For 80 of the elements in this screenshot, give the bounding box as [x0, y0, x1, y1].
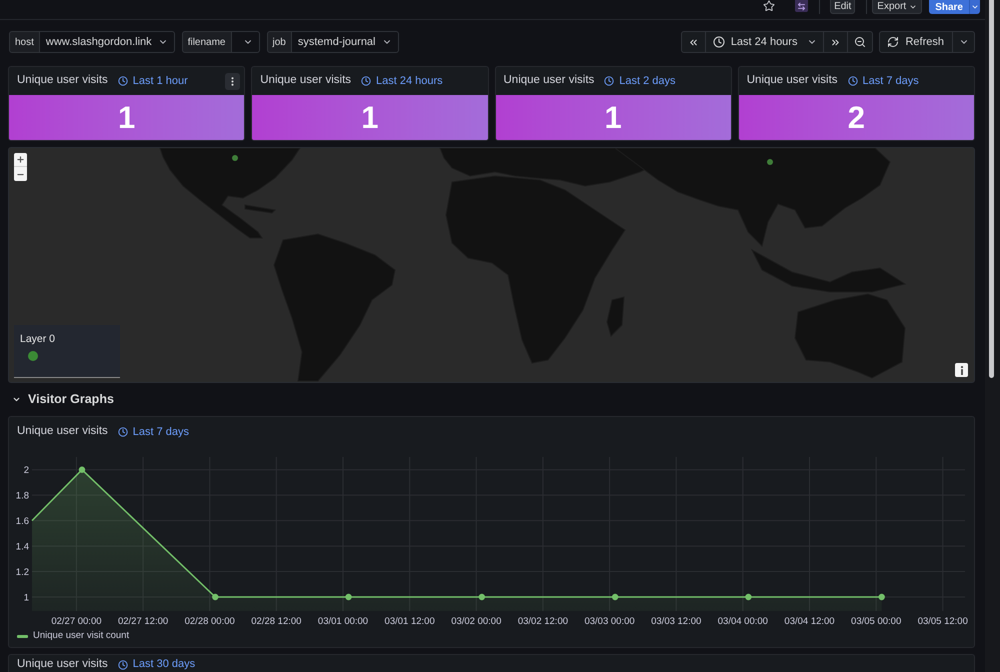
- variable-select[interactable]: www.slashgordon.link: [40, 31, 175, 53]
- data-point: [212, 594, 218, 600]
- data-point: [345, 594, 352, 600]
- stat-value: 1: [118, 100, 136, 134]
- data-point: [878, 594, 885, 600]
- caret-icon: [971, 3, 979, 11]
- clock-icon: [118, 76, 128, 86]
- section-header[interactable]: Visitor Graphs: [12, 391, 114, 407]
- location-marker-icon: [767, 159, 773, 165]
- variable-label: filename: [182, 31, 232, 53]
- stat-value: 1: [604, 100, 622, 134]
- x-axis-label: 03/05 12:00: [918, 616, 968, 627]
- clock-icon: [361, 76, 372, 86]
- clock-icon: [118, 427, 128, 437]
- time-range-label: Last 2 days: [619, 74, 676, 89]
- primary-dropdown-button[interactable]: [969, 0, 980, 14]
- legend-label[interactable]: Unique user visit count: [33, 628, 130, 644]
- data-point: [745, 594, 752, 600]
- x-axis-label: 02/28 12:00: [251, 616, 302, 627]
- x-axis-label: 03/04 12:00: [784, 616, 835, 627]
- time-range-label: Last 30 days: [132, 658, 196, 671]
- time-range-label: Last 7 days: [862, 74, 919, 89]
- x-axis-label: 02/27 12:00: [118, 616, 168, 627]
- edit-button[interactable]: Edit: [830, 0, 856, 14]
- variable-label: job: [266, 31, 292, 53]
- x-axis-label: 03/01 00:00: [318, 616, 368, 627]
- x-axis-label: 02/28 00:00: [184, 616, 235, 627]
- attribution-button[interactable]: [955, 363, 968, 377]
- panel-title: Unique user visits: [17, 658, 108, 671]
- panel-title: Unique user visits: [17, 424, 108, 440]
- x-axis-label: 03/03 12:00: [651, 616, 702, 627]
- clock-icon: [848, 76, 858, 86]
- zoom-in-button[interactable]: [14, 153, 27, 167]
- double-chevron-right-icon: [830, 36, 842, 48]
- zoom-out-map-button[interactable]: [14, 167, 27, 181]
- double-chevron-left-icon: [688, 36, 699, 48]
- data-point: [612, 594, 618, 600]
- panel-title: Unique user visits: [260, 73, 352, 88]
- x-axis-label: 03/02 12:00: [518, 616, 568, 627]
- x-axis-label: 03/02 00:00: [451, 616, 502, 627]
- data-point: [78, 466, 86, 473]
- clock-icon: [604, 76, 614, 86]
- location-marker-icon: [232, 155, 238, 161]
- panel-menu-button[interactable]: [225, 72, 240, 90]
- y-axis-label: 2: [24, 465, 29, 476]
- time-range-label: Last 24 hours: [376, 74, 443, 89]
- info-icon: [960, 366, 964, 374]
- legend-label: Layer 0: [20, 333, 56, 346]
- clock-icon: [118, 660, 128, 670]
- panel-title: Unique user visits: [504, 73, 594, 88]
- data-point: [478, 594, 486, 600]
- toolbar-icon-button[interactable]: [795, 0, 808, 12]
- refresh-icon: [887, 36, 900, 48]
- x-axis-label: 03/03 00:00: [584, 616, 635, 627]
- primary-button[interactable]: Share: [929, 0, 969, 14]
- swap-arrows-icon: [797, 2, 806, 10]
- x-axis-label: 02/27 00:00: [51, 616, 102, 627]
- y-axis-label: 1.4: [16, 542, 29, 553]
- scrollbar-thumb[interactable]: [989, 0, 994, 378]
- menu-button[interactable]: Export: [872, 0, 922, 14]
- variable-select[interactable]: systemd-journal: [292, 31, 398, 53]
- clock-icon: [712, 36, 725, 48]
- time-range-label: Last 7 days: [132, 424, 190, 440]
- variable-label: host: [9, 31, 40, 53]
- x-axis-label: 03/05 00:00: [851, 616, 902, 627]
- zoom-out-icon: [854, 36, 866, 48]
- y-axis-label: 1.8: [16, 490, 29, 502]
- stat-value: 2: [848, 100, 865, 134]
- panel-title: Unique user visits: [746, 73, 838, 88]
- star-icon[interactable]: [763, 0, 776, 12]
- x-axis-label: 03/04 00:00: [718, 616, 768, 627]
- stat-value: 1: [361, 100, 378, 134]
- caret-icon: [909, 2, 918, 10]
- y-axis-label: 1.2: [16, 567, 29, 578]
- plus-icon: [16, 155, 25, 164]
- y-axis-label: 1: [24, 592, 29, 604]
- panel-title: Unique user visits: [17, 73, 108, 88]
- x-axis-label: 03/01 12:00: [384, 616, 435, 627]
- y-axis-label: 1.6: [16, 516, 29, 528]
- time-range-label: Last 1 hour: [132, 74, 188, 89]
